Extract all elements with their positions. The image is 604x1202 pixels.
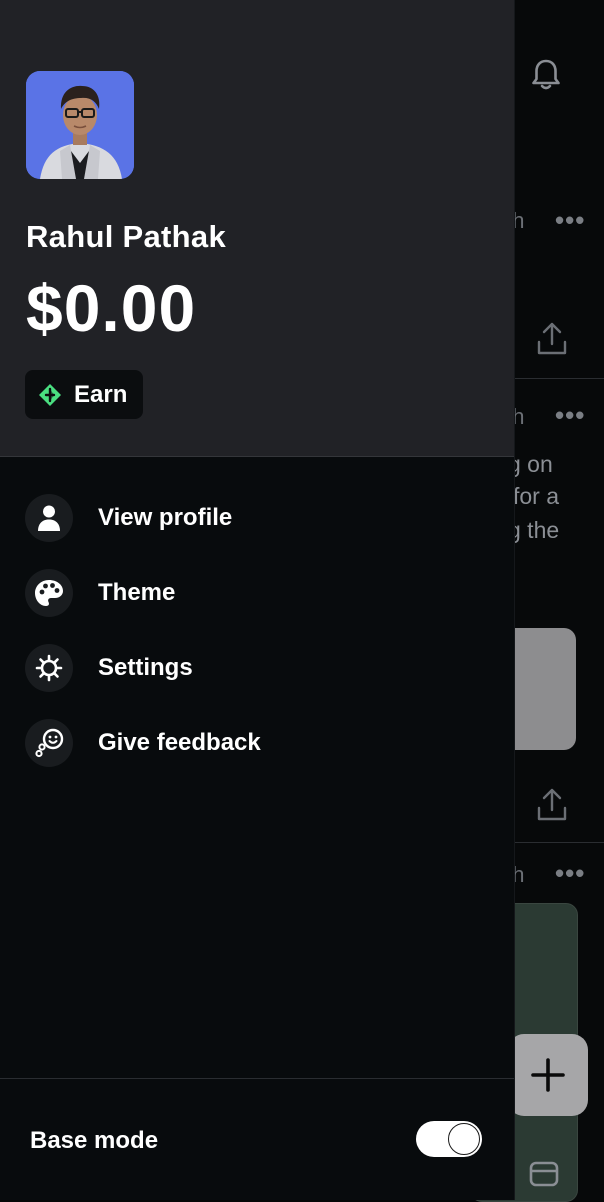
menu-item-label: Theme (98, 578, 176, 606)
menu-item-give-feedback[interactable]: Give feedback (0, 705, 514, 780)
post-text-line: for a (513, 483, 560, 509)
palette-icon (25, 568, 73, 617)
menu-item-label: View profile (98, 503, 233, 531)
menu-item-label: Settings (98, 653, 193, 681)
menu-item-view-profile[interactable]: View profile (0, 480, 514, 555)
menu-item-settings[interactable]: Settings (0, 630, 514, 705)
notifications-bell-icon[interactable] (530, 58, 562, 97)
profile-header: Rahul Pathak $0.00 Earn (0, 0, 514, 457)
compose-button[interactable] (508, 1034, 588, 1116)
feedback-icon (25, 718, 73, 767)
earn-button[interactable]: Earn (25, 370, 143, 419)
post-text-line: g the (508, 517, 560, 543)
post-divider (514, 378, 604, 379)
wallet-balance: $0.00 (26, 271, 197, 345)
person-icon (25, 493, 73, 542)
drawer-footer: Base mode (0, 1078, 514, 1201)
side-drawer: Rahul Pathak $0.00 Earn View profile The… (0, 0, 515, 1200)
avatar[interactable] (26, 71, 134, 179)
earn-label: Earn (74, 380, 128, 408)
plus-icon (531, 1058, 565, 1092)
earn-diamond-icon (39, 383, 61, 406)
post-divider (514, 842, 604, 843)
post-more-menu-icon[interactable]: ••• (555, 400, 585, 431)
post-more-menu-icon[interactable]: ••• (555, 205, 585, 236)
post-more-menu-icon[interactable]: ••• (555, 858, 585, 889)
share-icon[interactable] (536, 788, 568, 827)
user-name: Rahul Pathak (26, 219, 226, 254)
base-mode-label: Base mode (30, 1127, 159, 1154)
menu-item-label: Give feedback (98, 728, 261, 756)
menu-item-theme[interactable]: Theme (0, 555, 514, 630)
tab-bar-icon[interactable] (528, 1158, 560, 1195)
base-mode-toggle[interactable] (416, 1121, 482, 1157)
gear-icon (25, 643, 73, 692)
share-icon[interactable] (536, 322, 568, 361)
toggle-knob (448, 1123, 480, 1155)
